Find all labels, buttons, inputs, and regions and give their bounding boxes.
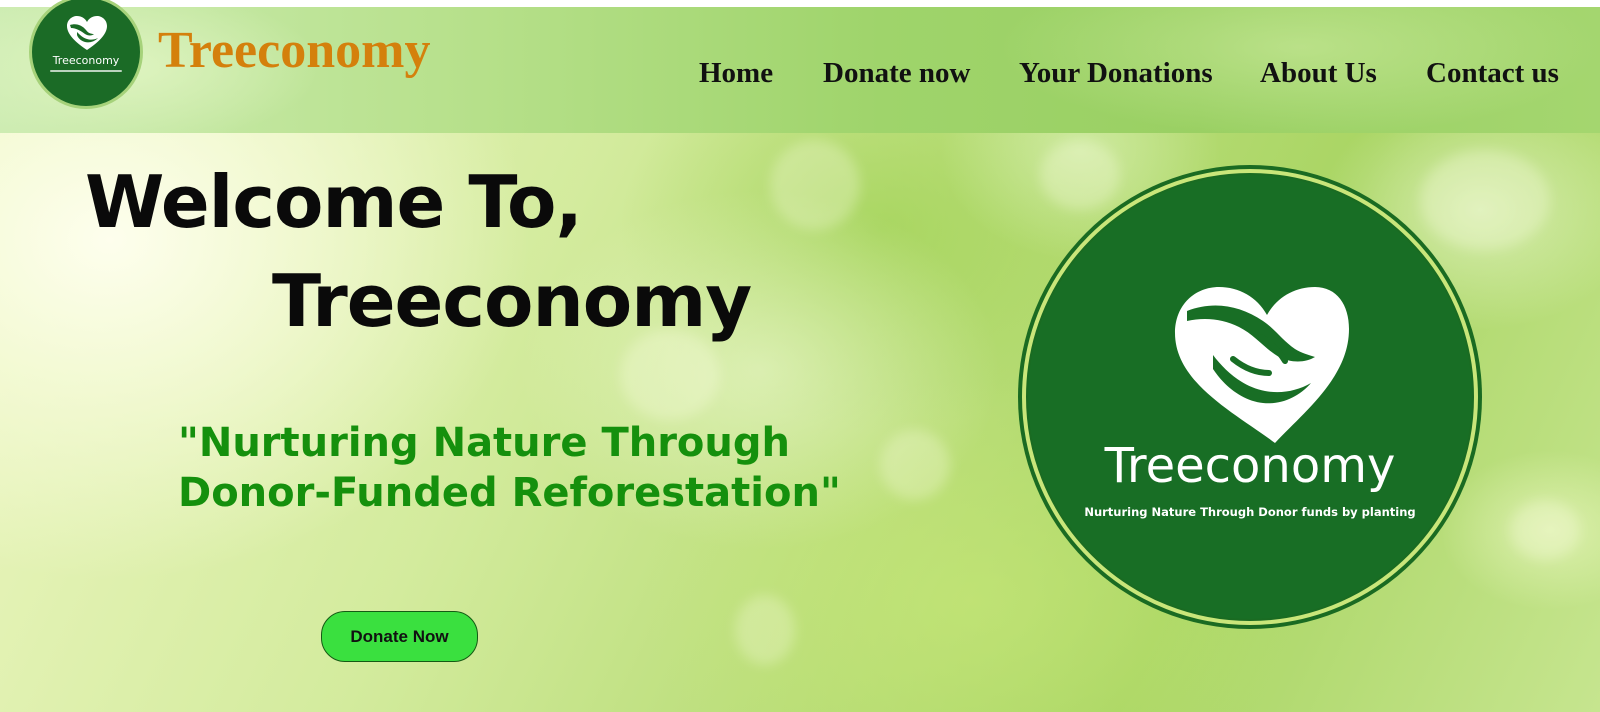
hero-tagline: "Nurturing Nature Through Donor-Funded R… xyxy=(178,418,841,518)
welcome-heading-line2: Treeconomy xyxy=(272,259,752,343)
bokeh-light xyxy=(1420,150,1550,250)
bokeh-light xyxy=(620,330,720,420)
bokeh-light xyxy=(1510,500,1580,560)
header-logo-subline xyxy=(50,70,122,72)
hero-tagline-line1: "Nurturing Nature Through xyxy=(178,420,790,466)
hero-tagline-line2: Donor-Funded Reforestation" xyxy=(178,470,841,516)
header-logo[interactable]: Treeconomy xyxy=(29,0,143,109)
nav-about-us[interactable]: About Us xyxy=(1260,56,1377,91)
page: Treeconomy Treeconomy Home Donate now Yo… xyxy=(0,0,1600,712)
bokeh-light xyxy=(770,140,860,230)
site-header: Treeconomy Treeconomy Home Donate now Yo… xyxy=(0,0,1600,133)
big-logo: Treeconomy Nurturing Nature Through Dono… xyxy=(1018,165,1482,629)
welcome-heading-line1: Welcome To, xyxy=(85,160,583,244)
heart-hands-icon xyxy=(67,16,107,50)
bokeh-light xyxy=(1040,140,1120,210)
brand-name[interactable]: Treeconomy xyxy=(158,25,430,77)
bokeh-light xyxy=(880,430,950,500)
nav-your-donations[interactable]: Your Donations xyxy=(1019,56,1213,91)
donate-now-button[interactable]: Donate Now xyxy=(321,611,478,662)
top-strip xyxy=(0,0,1600,7)
nav-donate-now[interactable]: Donate now xyxy=(823,56,970,91)
big-logo-disc: Treeconomy Nurturing Nature Through Dono… xyxy=(1028,175,1472,619)
bokeh-light xyxy=(735,595,795,665)
header-logo-text: Treeconomy xyxy=(52,54,120,67)
heart-hands-icon xyxy=(1175,287,1349,443)
nav-home[interactable]: Home xyxy=(699,56,773,91)
big-logo-name: Treeconomy xyxy=(1104,438,1396,494)
nav-contact-us[interactable]: Contact us xyxy=(1426,56,1559,91)
big-logo-subtitle: Nurturing Nature Through Donor funds by … xyxy=(1084,505,1416,519)
